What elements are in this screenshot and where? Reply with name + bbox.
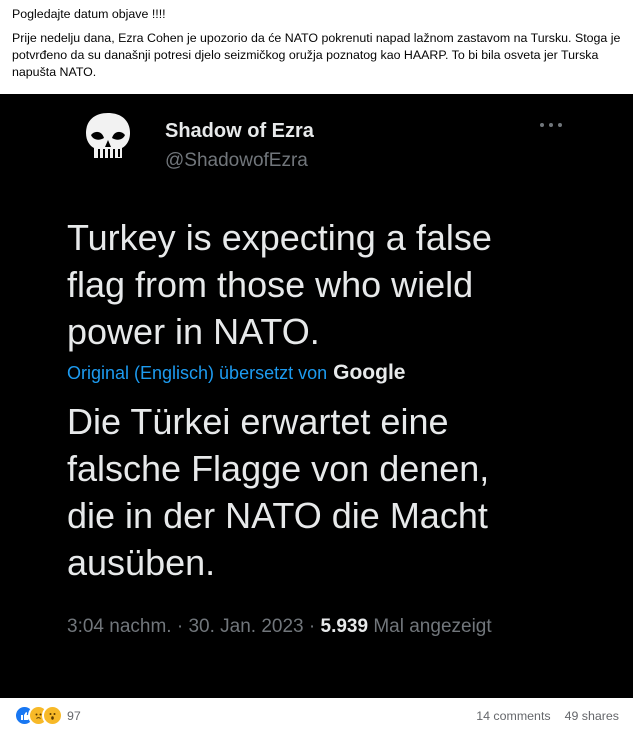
- post-paragraph-2: Prije nedelju dana, Ezra Cohen je upozor…: [12, 31, 621, 79]
- comments-count-link[interactable]: 14 comments: [476, 709, 550, 723]
- reaction-count: 97: [67, 708, 81, 723]
- translation-notice: Original (Englisch) übersetzt von Google: [67, 361, 405, 385]
- tweet-time: 3:04 nachm.: [67, 616, 172, 637]
- tweet-translated-text: Die Türkei erwartet eine falsche Flagge …: [67, 401, 490, 583]
- post-paragraph-1: Pogledajte datum objave !!!!: [12, 7, 166, 21]
- post-footer: 97 14 comments 49 shares: [0, 698, 633, 733]
- tweet-author-handle: @ShadowofEzra: [165, 150, 308, 171]
- meta-separator: ·: [308, 616, 316, 637]
- reactions-summary[interactable]: 97: [14, 705, 81, 726]
- tweet-date: 30. Jan. 2023: [188, 616, 304, 637]
- more-options-icon: [540, 120, 562, 130]
- translation-label: Original (Englisch) übersetzt von: [67, 363, 328, 383]
- tweet-meta: 3:04 nachm. · 30. Jan. 2023 · 5.939 Mal …: [67, 612, 537, 642]
- view-count: 5.939: [320, 616, 369, 637]
- punisher-skull-icon: [86, 113, 130, 158]
- post-text: Pogledajte datum objave !!!! Prije nedel…: [12, 6, 622, 88]
- tweet-original-text: Turkey is expecting a false flag from th…: [67, 217, 492, 352]
- shares-count-link[interactable]: 49 shares: [565, 709, 619, 723]
- tweet-author-name: Shadow of Ezra: [165, 120, 314, 142]
- tweet-screenshot-image[interactable]: [0, 94, 633, 698]
- google-logo: Google: [333, 361, 406, 384]
- views-label: Mal angezeigt: [373, 616, 492, 637]
- meta-separator: ·: [176, 616, 184, 637]
- wow-icon: [42, 705, 63, 726]
